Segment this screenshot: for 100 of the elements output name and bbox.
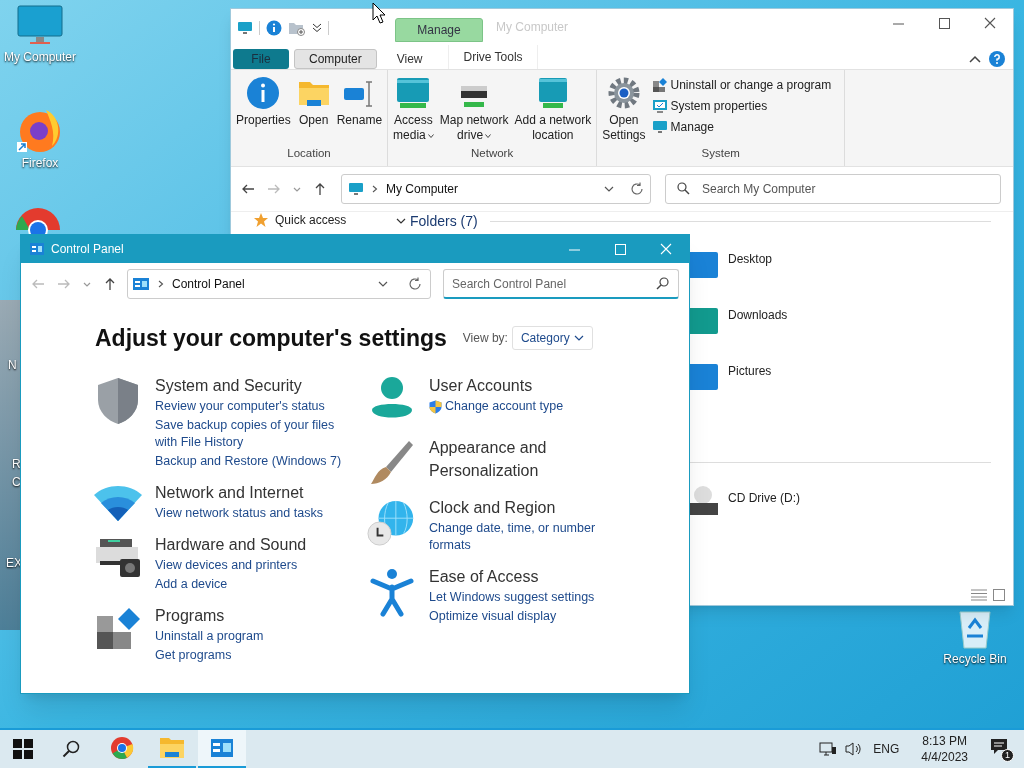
category-title[interactable]: User Accounts <box>429 373 609 397</box>
collapse-ribbon-icon[interactable] <box>969 54 981 64</box>
category-link[interactable]: Save backup copies of your files with File History <box>155 415 345 452</box>
caret-icon <box>427 132 434 139</box>
ribbon-tab[interactable]: Computer <box>294 49 377 69</box>
star-icon <box>253 212 269 228</box>
caret-icon <box>485 132 492 139</box>
refresh-icon[interactable] <box>408 277 422 291</box>
category-link[interactable]: Optimize visual display <box>429 606 557 626</box>
shield-icon <box>95 375 141 426</box>
programs-icon <box>651 77 668 93</box>
computer-icon <box>237 20 253 36</box>
category-title[interactable]: Clock and Region <box>429 495 609 519</box>
category-link[interactable]: View network status and tasks <box>155 503 323 523</box>
volume-icon[interactable] <box>845 741 864 757</box>
ribbon-small-button[interactable]: System properties <box>670 97 768 115</box>
details-view-icon[interactable] <box>971 589 987 601</box>
accessibility-icon <box>369 566 415 617</box>
maximize-icon[interactable] <box>938 17 950 29</box>
category-link[interactable]: Get programs <box>155 645 232 665</box>
start-icon[interactable] <box>13 739 33 759</box>
category-link[interactable]: Change account type <box>445 396 564 416</box>
customize-icon[interactable] <box>312 23 322 33</box>
new-folder-icon[interactable] <box>288 20 306 36</box>
recent-dropdown-icon[interactable] <box>83 280 91 288</box>
category-title[interactable]: Hardware and Sound <box>155 532 345 556</box>
drive-name[interactable]: CD Drive (D:) <box>728 489 800 507</box>
desktop-icon-label: C <box>12 474 21 491</box>
window-title: Control Panel <box>51 241 124 258</box>
computer-icon <box>348 181 364 197</box>
network-icon[interactable] <box>819 741 838 757</box>
category-title[interactable]: Programs <box>155 603 345 627</box>
ribbon-group-label: Location <box>286 145 332 161</box>
tiles-view-icon[interactable] <box>993 589 1005 601</box>
ribbon-small-button[interactable]: Uninstall or change a program <box>670 76 832 94</box>
up-arrow-icon[interactable] <box>313 182 327 196</box>
category-link[interactable]: Add a device <box>155 574 228 594</box>
desktop-icon-label: N <box>8 357 17 374</box>
breadcrumb-chevron-icon <box>372 185 378 193</box>
control-panel-icon <box>210 738 234 758</box>
category-title[interactable]: System and Security <box>155 373 345 397</box>
help-icon[interactable] <box>989 51 1005 67</box>
media-drive-icon <box>395 76 432 110</box>
ribbon-button[interactable]: Add a network location <box>512 76 594 145</box>
category-link[interactable]: Change date, time, or number formats <box>429 518 609 555</box>
ribbon-button[interactable]: Map network drive <box>437 76 511 145</box>
view-by-dropdown[interactable]: Category <box>511 326 593 351</box>
search-field[interactable]: Search My Computer <box>665 174 1001 204</box>
ribbon-button[interactable]: Properties <box>234 76 293 145</box>
nav-item[interactable]: Quick access <box>275 213 347 227</box>
control-panel-icon <box>29 242 45 256</box>
page-heading: Adjust your computer's settings <box>95 324 447 353</box>
breadcrumb-chevron-icon <box>158 280 164 288</box>
ribbon-button[interactable]: Rename <box>334 76 385 145</box>
folder-icon <box>159 736 185 760</box>
ribbon-small-button[interactable]: Manage <box>670 118 714 136</box>
monitor-icon <box>651 119 668 135</box>
address-bar[interactable]: Control Panel <box>127 269 431 299</box>
category-link[interactable]: Review your computer's status <box>155 396 325 416</box>
chrome-like-icon <box>110 736 134 760</box>
recent-dropdown-icon[interactable] <box>293 185 301 193</box>
ribbon-group-label: System <box>700 145 741 161</box>
category-title[interactable]: Appearance and Personalization <box>429 435 609 482</box>
category-link[interactable]: Let Windows suggest settings <box>429 587 595 607</box>
folder-name[interactable]: Pictures <box>728 362 772 380</box>
category-title[interactable]: Ease of Access <box>429 564 609 588</box>
ribbon-button[interactable]: Open Settings <box>600 76 648 145</box>
ribbon-tab[interactable]: View <box>382 49 437 69</box>
notifications-icon[interactable] <box>990 738 1008 756</box>
ribbon-button[interactable]: Access media <box>391 76 436 145</box>
chevron-down-icon <box>378 279 388 289</box>
ribbon-button[interactable]: Open <box>294 76 333 145</box>
close-icon[interactable] <box>984 17 996 29</box>
language-indicator[interactable]: ENG <box>873 740 900 758</box>
category-link[interactable]: View devices and printers <box>155 555 298 575</box>
taskbar-app[interactable] <box>198 730 246 768</box>
back-arrow-icon[interactable] <box>241 182 255 196</box>
info-icon <box>246 76 281 110</box>
category-link[interactable]: Uninstall a program <box>155 626 264 646</box>
section-header: Folders (7) <box>410 213 478 229</box>
up-arrow-icon[interactable] <box>103 277 117 291</box>
address-bar[interactable]: My Computer <box>341 174 651 204</box>
refresh-icon[interactable] <box>630 182 644 196</box>
address-text: Control Panel <box>172 276 245 293</box>
address-text: My Computer <box>386 181 459 198</box>
properties-icon[interactable] <box>266 20 282 36</box>
programs-icon <box>95 605 141 652</box>
search-field[interactable]: Search Control Panel <box>443 269 679 299</box>
folder-name[interactable]: Downloads <box>728 306 788 324</box>
desktop-icon-label: R <box>12 456 21 473</box>
category-title[interactable]: Network and Internet <box>155 480 345 504</box>
ribbon-group-label: Network <box>470 145 515 161</box>
category-link[interactable]: Backup and Restore (Windows 7) <box>155 451 342 471</box>
view-by-label: View by: <box>462 330 508 348</box>
control-panel-icon <box>132 277 150 291</box>
search-icon[interactable] <box>62 740 80 758</box>
ribbon-tab[interactable]: Drive Tools <box>448 45 538 69</box>
monitor-check-icon <box>651 98 668 114</box>
folder-name[interactable]: Desktop <box>728 250 773 268</box>
clock[interactable]: 8:13 PM 4/4/2023 <box>921 733 968 765</box>
